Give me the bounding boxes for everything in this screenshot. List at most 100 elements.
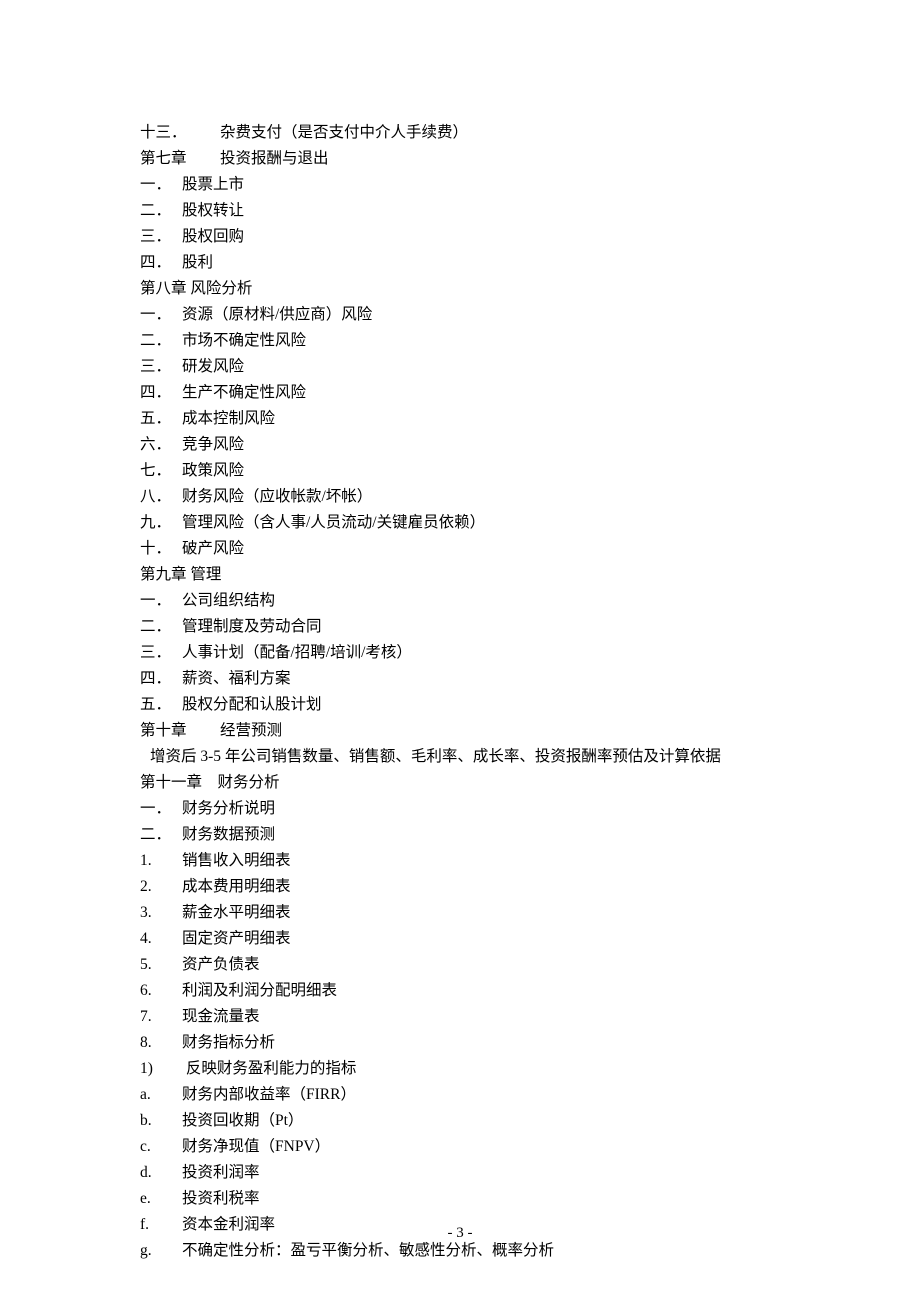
line-text: 生产不确定性风险: [182, 384, 306, 401]
line-marker: 二．: [140, 614, 182, 640]
document-line: 一．公司组织结构: [140, 588, 780, 614]
line-text: 竞争风险: [182, 436, 244, 453]
line-marker: 四．: [140, 666, 182, 692]
line-marker: 7.: [140, 1004, 182, 1030]
document-line: 3.薪金水平明细表: [140, 900, 780, 926]
line-marker: 六．: [140, 432, 182, 458]
line-text: 薪资、福利方案: [182, 670, 291, 687]
document-line: 一．财务分析说明: [140, 796, 780, 822]
document-line: 一．股票上市: [140, 172, 780, 198]
line-text: 成本控制风险: [182, 410, 275, 427]
line-marker: 二．: [140, 198, 182, 224]
document-line: 七．政策风险: [140, 458, 780, 484]
document-line: 四．生产不确定性风险: [140, 380, 780, 406]
document-line: 第十一章 财务分析: [140, 770, 780, 796]
line-text: 财务净现值（FNPV）: [182, 1138, 330, 1155]
line-marker: 8.: [140, 1030, 182, 1056]
line-text: 破产风险: [182, 540, 244, 557]
line-marker: 一．: [140, 302, 182, 328]
document-line: 二．股权转让: [140, 198, 780, 224]
line-marker: 6.: [140, 978, 182, 1004]
line-text: 财务数据预测: [182, 826, 275, 843]
page-number: - 3 -: [0, 1225, 920, 1242]
line-marker: 八．: [140, 484, 182, 510]
line-marker: 第十一章: [140, 774, 202, 791]
line-marker: 第七章: [140, 146, 220, 172]
line-text: 管理: [187, 566, 222, 583]
line-marker: 五．: [140, 406, 182, 432]
line-text: 投资报酬与退出: [220, 150, 329, 167]
document-line: 九．管理风险（含人事/人员流动/关键雇员依赖）: [140, 510, 780, 536]
line-text: 投资利润率: [182, 1164, 260, 1181]
document-line: 1.销售收入明细表: [140, 848, 780, 874]
line-marker: 二．: [140, 822, 182, 848]
line-text: 成本费用明细表: [182, 878, 291, 895]
line-text: 投资利税率: [182, 1190, 260, 1207]
document-line: 增资后 3-5 年公司销售数量、销售额、毛利率、成长率、投资报酬率预估及计算依据: [140, 744, 780, 770]
line-text: 财务分析说明: [182, 800, 275, 817]
document-line: d.投资利润率: [140, 1160, 780, 1186]
line-marker: b.: [140, 1108, 182, 1134]
line-marker: 七．: [140, 458, 182, 484]
document-line: 五．成本控制风险: [140, 406, 780, 432]
line-text: 现金流量表: [182, 1008, 260, 1025]
line-text: 经营预测: [220, 722, 282, 739]
document-line: 十三．杂费支付（是否支付中介人手续费）: [140, 120, 780, 146]
line-text: 股利: [182, 254, 213, 271]
line-marker: c.: [140, 1134, 182, 1160]
document-line: 六．竞争风险: [140, 432, 780, 458]
line-text: 反映财务盈利能力的指标: [182, 1060, 356, 1077]
line-text: 股权分配和认股计划: [182, 696, 322, 713]
document-line: 三．研发风险: [140, 354, 780, 380]
document-line: 一．资源（原材料/供应商）风险: [140, 302, 780, 328]
line-marker: 3.: [140, 900, 182, 926]
line-marker: 二．: [140, 328, 182, 354]
line-text: 管理制度及劳动合同: [182, 618, 322, 635]
line-text: 销售收入明细表: [182, 852, 291, 869]
line-marker: 一．: [140, 172, 182, 198]
line-text: 股票上市: [182, 176, 244, 193]
line-text: 公司组织结构: [182, 592, 275, 609]
document-line: 三．人事计划（配备/招聘/培训/考核）: [140, 640, 780, 666]
line-marker: 2.: [140, 874, 182, 900]
document-line: 6.利润及利润分配明细表: [140, 978, 780, 1004]
line-marker: e.: [140, 1186, 182, 1212]
line-marker: a.: [140, 1082, 182, 1108]
line-text: 资产负债表: [182, 956, 260, 973]
document-line: 8.财务指标分析: [140, 1030, 780, 1056]
line-marker: 一．: [140, 796, 182, 822]
document-line: 第八章 风险分析: [140, 276, 780, 302]
document-line: b.投资回收期（Pt）: [140, 1108, 780, 1134]
line-marker: 5.: [140, 952, 182, 978]
line-marker: d.: [140, 1160, 182, 1186]
document-line: 2.成本费用明细表: [140, 874, 780, 900]
document-line: c.财务净现值（FNPV）: [140, 1134, 780, 1160]
line-text: 管理风险（含人事/人员流动/关键雇员依赖）: [182, 514, 485, 531]
line-text: 增资后 3-5 年公司销售数量、销售额、毛利率、成长率、投资报酬率预估及计算依据: [150, 748, 721, 765]
document-line: 7.现金流量表: [140, 1004, 780, 1030]
line-marker: 十三．: [140, 120, 220, 146]
line-text: 研发风险: [182, 358, 244, 375]
line-marker: 1.: [140, 848, 182, 874]
line-marker: 第八章: [140, 280, 187, 297]
document-line: 第七章投资报酬与退出: [140, 146, 780, 172]
document-line: 四．薪资、福利方案: [140, 666, 780, 692]
line-marker: 四．: [140, 380, 182, 406]
line-text: 利润及利润分配明细表: [182, 982, 337, 999]
line-text: 财务风险（应收帐款/坏帐）: [182, 488, 372, 505]
line-marker: 1): [140, 1056, 182, 1082]
document-line: 二．市场不确定性风险: [140, 328, 780, 354]
document-line: a.财务内部收益率（FIRR）: [140, 1082, 780, 1108]
line-text: 政策风险: [182, 462, 244, 479]
line-marker: 九．: [140, 510, 182, 536]
line-text: 财务分析: [202, 774, 280, 791]
document-page: 十三．杂费支付（是否支付中介人手续费）第七章投资报酬与退出一．股票上市二．股权转…: [0, 0, 920, 1264]
line-marker: 4.: [140, 926, 182, 952]
line-text: 风险分析: [187, 280, 253, 297]
line-text: 人事计划（配备/招聘/培训/考核）: [182, 644, 412, 661]
document-line: 第十章经营预测: [140, 718, 780, 744]
line-marker: 三．: [140, 354, 182, 380]
line-marker: 第十章: [140, 718, 220, 744]
line-text: 固定资产明细表: [182, 930, 291, 947]
document-line: 四．股利: [140, 250, 780, 276]
